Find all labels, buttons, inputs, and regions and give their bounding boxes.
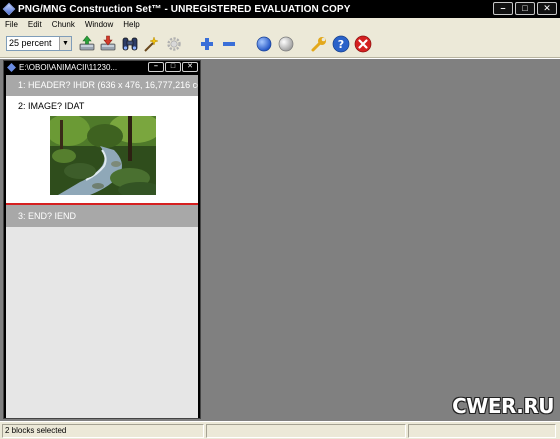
plus-icon[interactable] [198,35,216,53]
chunk-end-row[interactable]: 3: END? IEND [6,205,198,227]
svg-text:?: ? [338,38,344,51]
document-icon [7,63,16,72]
chunk-header-row[interactable]: 1: HEADER? IHDR (636 x 476, 16,777,216 c… [6,75,198,96]
menu-window[interactable]: Window [84,20,114,29]
app-title: PNG/MNG Construction Set™ - UNREGISTERED… [18,3,351,15]
app-icon [2,2,16,16]
document-window[interactable]: E:\OBOI\ANIMACII\11230... – □ ✕ 1: HEADE… [3,60,201,419]
chunk-list[interactable]: 1: HEADER? IHDR (636 x 476, 16,777,216 c… [6,75,198,418]
menu-chunk[interactable]: Chunk [51,20,76,29]
blue-circle-icon[interactable] [255,35,273,53]
stop-icon[interactable] [354,35,372,53]
document-close-button[interactable]: ✕ [182,62,198,72]
toolbar: 25 percent ▼ ? [0,30,560,58]
chunk-label: 2: IMAGE? IDAT [18,101,85,111]
import-icon[interactable] [78,35,96,53]
maximize-button[interactable]: □ [515,2,535,15]
watermark-logo: CWER.RU [452,394,554,418]
wrench-icon[interactable] [310,35,328,53]
app-title-bar[interactable]: PNG/MNG Construction Set™ - UNREGISTERED… [0,0,560,18]
minimize-button[interactable]: – [493,2,513,15]
minus-icon[interactable] [220,35,238,53]
chunk-label: 3: END? IEND [18,211,77,221]
chunk-label: 1: HEADER? IHDR (636 x 476, 16,777,216 c… [18,80,198,90]
status-text: 2 blocks selected [5,426,67,435]
export-icon[interactable] [99,35,117,53]
menu-edit[interactable]: Edit [27,20,43,29]
document-title-bar[interactable]: E:\OBOI\ANIMACII\11230... – □ ✕ [4,61,200,74]
document-title: E:\OBOI\ANIMACII\11230... [19,63,118,72]
zoom-value: 25 percent [9,38,52,48]
menu-file[interactable]: File [4,20,19,29]
status-bar: 2 blocks selected CWER.RU [0,394,560,439]
gear-icon[interactable] [165,35,183,53]
document-maximize-button[interactable]: □ [165,62,181,72]
image-thumbnail [50,116,156,195]
menu-help[interactable]: Help [122,20,140,29]
document-minimize-button[interactable]: – [148,62,164,72]
magic-wand-icon[interactable] [142,35,160,53]
chunk-image-row[interactable]: 2: IMAGE? IDAT [6,96,198,205]
zoom-select[interactable]: 25 percent ▼ [6,36,72,51]
chevron-down-icon[interactable]: ▼ [59,37,71,50]
close-button[interactable]: ✕ [537,2,557,15]
menu-bar: File Edit Chunk Window Help [0,18,560,30]
window-controls: – □ ✕ [493,2,557,15]
status-pane-2 [206,424,406,438]
grey-circle-icon[interactable] [277,35,295,53]
binoculars-icon[interactable] [121,35,139,53]
help-icon[interactable]: ? [332,35,350,53]
status-pane-3 [408,424,556,438]
document-window-controls: – □ ✕ [148,62,198,72]
status-pane-main: 2 blocks selected [2,424,204,438]
